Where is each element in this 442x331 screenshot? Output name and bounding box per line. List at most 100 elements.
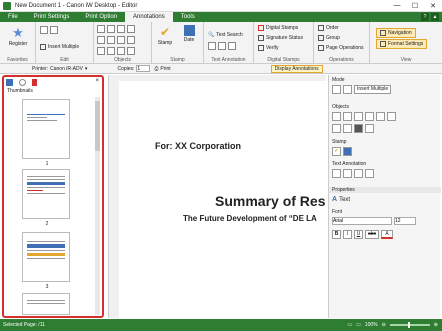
date-stamp-obj-icon[interactable]	[343, 147, 352, 156]
printer-icon: ⎙	[154, 65, 159, 72]
thumbnail-page-2[interactable]	[22, 169, 70, 219]
fill-obj-icon[interactable]	[343, 124, 352, 133]
filled-circle-obj-icon[interactable]	[365, 124, 374, 133]
hand-mode-icon[interactable]	[343, 85, 352, 94]
objects-row-2	[97, 36, 135, 44]
thumbnails-scroll-thumb[interactable]	[95, 101, 100, 151]
view-group: Navigation Format Settings View	[370, 22, 442, 64]
font-name-select[interactable]	[332, 217, 392, 225]
filled-rect-obj-icon[interactable]	[354, 124, 363, 133]
text-annotation-tools-right	[332, 169, 374, 178]
close-icon[interactable]: ×	[95, 78, 99, 84]
textbox-tool-icon[interactable]	[107, 25, 115, 33]
callout-tool-icon[interactable]	[117, 25, 125, 33]
tab-annotations[interactable]: Annotations	[125, 12, 173, 22]
group-button[interactable]: Group	[318, 35, 340, 41]
document-subtitle: The Future Development of “DE LA	[183, 214, 317, 223]
select-icon[interactable]	[40, 26, 48, 34]
fit-page-icon[interactable]: ▭	[347, 322, 352, 328]
color-fill-icon[interactable]	[107, 47, 115, 55]
navigation-button[interactable]: Navigation	[376, 28, 416, 38]
insert-multiple-mode-button[interactable]: Insert Multiple	[354, 85, 392, 94]
text-tool-icon[interactable]	[97, 25, 105, 33]
verify-button[interactable]: Verify	[258, 45, 279, 51]
textbox-obj-icon[interactable]	[343, 112, 352, 121]
italic-button[interactable]: I	[343, 230, 352, 239]
strikeout-icon[interactable]	[228, 42, 236, 50]
close-button[interactable]: ✕	[424, 2, 442, 10]
order-button[interactable]: Order	[318, 25, 339, 31]
format-settings-button[interactable]: Format Settings	[376, 39, 428, 49]
polygon-tool-icon[interactable]	[117, 36, 125, 44]
date-stamp-icon	[183, 25, 195, 36]
font-color-button[interactable]: A	[381, 230, 393, 239]
search-icon: 🔍	[208, 32, 215, 38]
operations-group: Order Group Page Operations Operations	[314, 22, 370, 64]
help-icon[interactable]: ?	[421, 13, 429, 21]
document-area: For: XX Corporation Summary of Res The F…	[108, 75, 327, 318]
thumbnail-page-3[interactable]	[22, 232, 70, 282]
tab-print-settings[interactable]: Print Settings	[26, 12, 78, 22]
print-button[interactable]: ⎙ Print	[154, 66, 170, 72]
tab-tools[interactable]: Tools	[173, 12, 203, 22]
print-label: Print	[160, 65, 171, 72]
bookmark-tab-icon[interactable]	[32, 79, 37, 86]
line-tool-icon[interactable]	[127, 25, 135, 33]
tab-file[interactable]: File	[0, 12, 26, 22]
pen-obj-icon[interactable]	[332, 124, 341, 133]
callout-obj-icon[interactable]	[354, 112, 363, 121]
insert-multiple-button[interactable]: Insert Multiple	[40, 44, 79, 50]
strikethrough-button[interactable]: abc	[365, 230, 379, 239]
date-button[interactable]: Date	[178, 25, 200, 43]
text-obj-icon[interactable]	[332, 112, 341, 121]
document-page[interactable]: For: XX Corporation Summary of Res The F…	[119, 81, 327, 318]
tab-print-option[interactable]: Print Option	[77, 12, 125, 22]
fit-width-icon[interactable]: ▭	[356, 322, 361, 328]
line-obj-icon[interactable]	[365, 112, 374, 121]
ribbon-tabs: File Print Settings Print Option Annotat…	[0, 12, 442, 22]
thumbnails-scrollbar[interactable]	[95, 97, 100, 315]
ellipse-tool-icon[interactable]	[107, 36, 115, 44]
annotation-list-tab-icon[interactable]	[19, 79, 26, 86]
font-size-select[interactable]	[394, 217, 416, 225]
ellipse-obj-icon[interactable]	[387, 112, 396, 121]
collapse-ribbon-icon[interactable]: ▲	[431, 13, 439, 21]
digital-stamps-button[interactable]: Digital Stamps	[258, 25, 298, 31]
highlight-text-icon[interactable]	[343, 169, 352, 178]
copies-input[interactable]	[136, 65, 151, 72]
thumbnail-number: 2	[45, 221, 49, 227]
zoom-in-icon[interactable]: ⊕	[434, 322, 438, 328]
display-annotations-button[interactable]: Display Annotations	[270, 64, 323, 73]
highlight-icon[interactable]	[208, 42, 216, 50]
thumbnail-page-4[interactable]	[22, 293, 70, 315]
text-search-button[interactable]: 🔍 Text Search	[208, 32, 243, 38]
arrow-tool-icon[interactable]	[127, 36, 135, 44]
underline-text-icon[interactable]	[354, 169, 363, 178]
chevron-down-icon: ▾	[84, 65, 88, 72]
underline-button[interactable]: U	[354, 230, 363, 239]
zoom-out-icon[interactable]: ⊖	[382, 322, 386, 328]
thumbnails-tab-icon[interactable]	[6, 79, 13, 86]
register-button[interactable]: ★ Register	[4, 26, 32, 48]
filled-rect-icon[interactable]	[117, 47, 125, 55]
hand-icon[interactable]	[50, 26, 58, 34]
maximize-button[interactable]: ☐	[406, 2, 424, 10]
select-mode-icon[interactable]	[332, 85, 341, 94]
stamp-button[interactable]: ✔ Stamp	[155, 25, 175, 46]
printer-select[interactable]: Printer: Canon iR-ADV ▾	[32, 66, 87, 72]
strikeout-text-icon[interactable]	[365, 169, 374, 178]
rect-obj-icon[interactable]	[376, 112, 385, 121]
filled-circle-icon[interactable]	[127, 47, 135, 55]
zoom-slider[interactable]	[389, 322, 430, 328]
page-operations-button[interactable]: Page Operations	[318, 45, 364, 51]
signature-status-button[interactable]: Signature Status	[258, 35, 303, 41]
rectangle-tool-icon[interactable]	[97, 36, 105, 44]
search-text-icon[interactable]	[332, 169, 341, 178]
bold-button[interactable]: B	[332, 230, 341, 239]
thumbnail-page-1[interactable]	[22, 99, 70, 159]
underline-icon[interactable]	[218, 42, 226, 50]
group-icon	[318, 35, 324, 41]
stamp-obj-icon[interactable]: ✔	[332, 147, 341, 156]
minimize-button[interactable]: —	[388, 2, 406, 10]
pen-tool-icon[interactable]	[97, 47, 105, 55]
